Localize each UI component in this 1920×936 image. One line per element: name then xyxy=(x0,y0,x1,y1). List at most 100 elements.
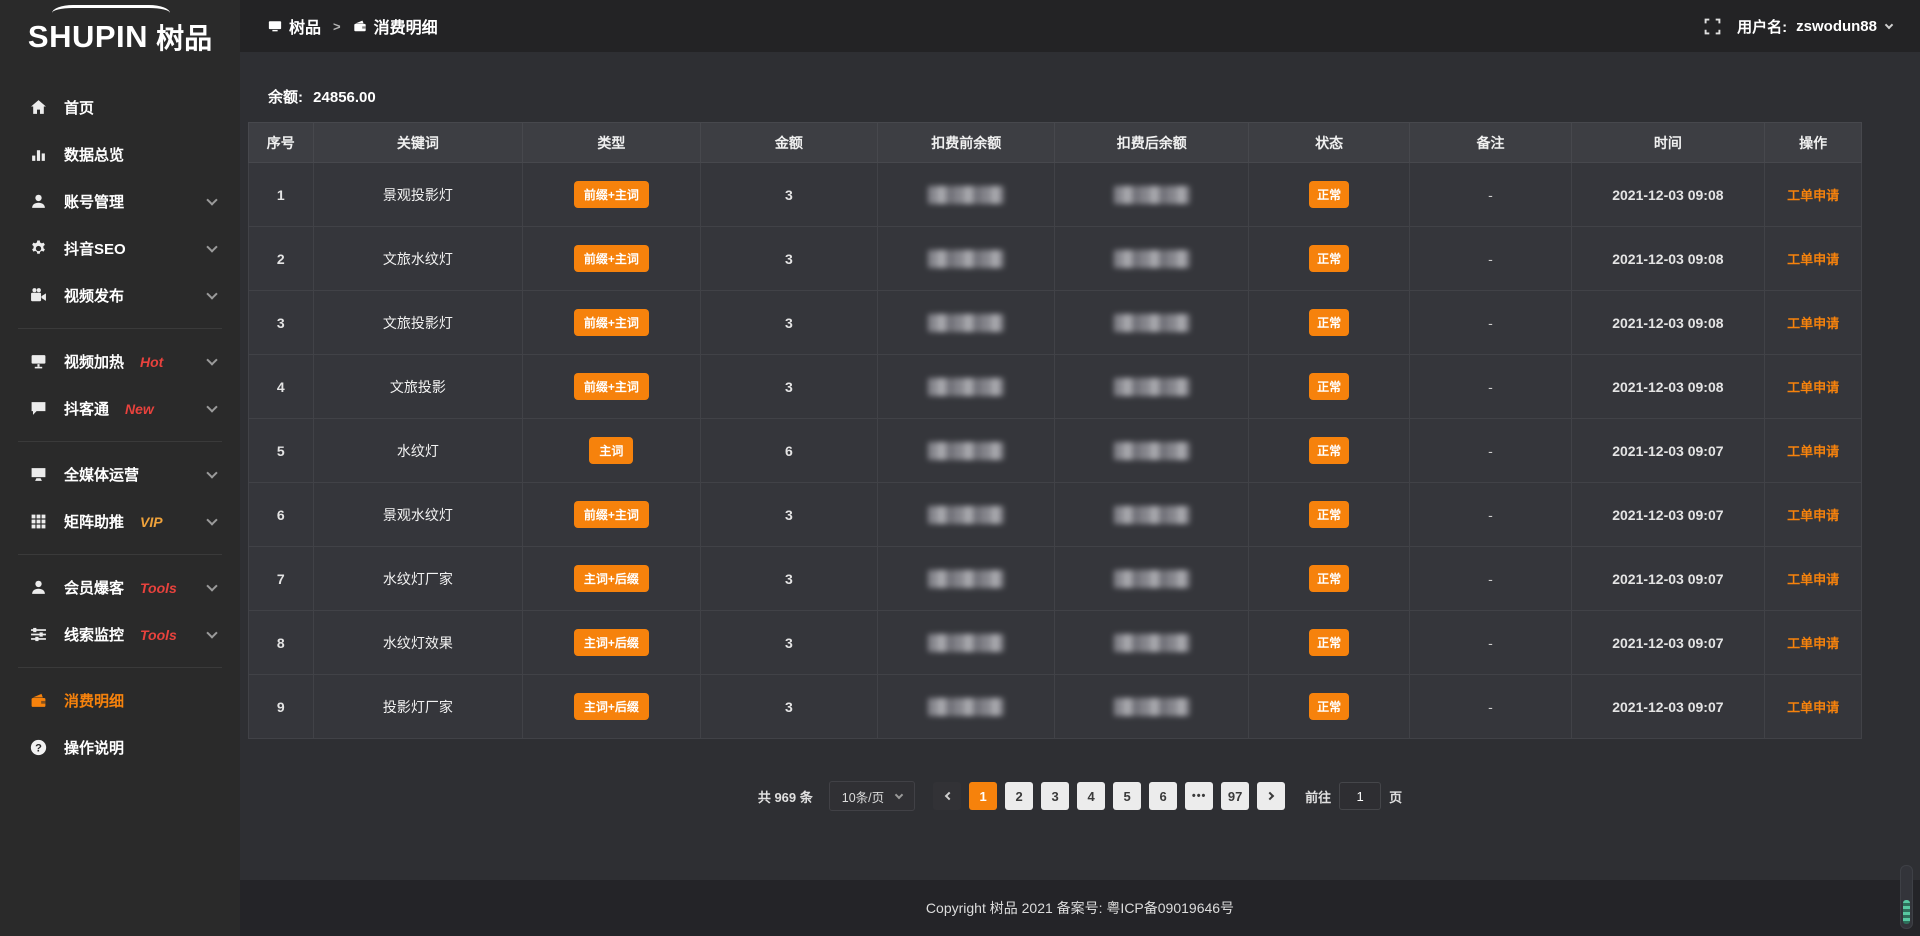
page-ellipsis-button[interactable]: ••• xyxy=(1185,782,1213,810)
page-button-5[interactable]: 5 xyxy=(1113,782,1141,810)
breadcrumb-item-home[interactable]: 树品 xyxy=(268,14,321,38)
sidebar-item-data-overview[interactable]: 数据总览 xyxy=(0,131,240,178)
page-button-1[interactable]: 1 xyxy=(969,782,997,810)
sliders-icon xyxy=(30,626,47,643)
sidebar-item-matrix-boost[interactable]: 矩阵助推 VIP xyxy=(0,498,240,545)
logo-text-cn: 树品 xyxy=(156,17,212,57)
table-row: 3文旅投影灯前缀+主词3正常-2021-12-03 09:08工单申请 xyxy=(249,291,1862,355)
sidebar-item-video-heat[interactable]: 视频加热Hot xyxy=(0,338,240,385)
work-order-link[interactable]: 工单申请 xyxy=(1787,188,1839,203)
sidebar-item-home[interactable]: 首页 xyxy=(0,84,240,131)
redacted-balance xyxy=(1114,634,1190,652)
video-camera-icon xyxy=(30,287,47,304)
bar-chart-icon xyxy=(30,146,47,163)
cell-keyword: 水纹灯厂家 xyxy=(313,547,523,611)
page-button-6[interactable]: 6 xyxy=(1149,782,1177,810)
cell-keyword: 文旅投影 xyxy=(313,355,523,419)
cell-keyword: 水纹灯 xyxy=(313,419,523,483)
cell-time: 2021-12-03 09:07 xyxy=(1571,675,1765,739)
user-icon xyxy=(30,193,47,210)
sidebar-item-operation-guide[interactable]: ?操作说明 xyxy=(0,724,240,771)
sidebar-item-label: 抖客通 xyxy=(64,398,109,419)
work-order-link[interactable]: 工单申请 xyxy=(1787,380,1839,395)
sidebar-item-all-media-operation[interactable]: 全媒体运营 xyxy=(0,451,240,498)
work-order-link[interactable]: 工单申请 xyxy=(1787,700,1839,715)
logo: SHUPIN 树品 xyxy=(0,4,240,70)
work-order-link[interactable]: 工单申请 xyxy=(1787,444,1839,459)
cell-action: 工单申请 xyxy=(1765,419,1862,483)
type-badge: 前缀+主词 xyxy=(574,373,649,400)
cell-keyword: 景观水纹灯 xyxy=(313,483,523,547)
page-button-4[interactable]: 4 xyxy=(1077,782,1105,810)
page-size-select[interactable]: 10条/页 xyxy=(829,781,915,811)
cell-action: 工单申请 xyxy=(1765,547,1862,611)
cell-post-balance xyxy=(1055,611,1249,675)
work-order-link[interactable]: 工单申请 xyxy=(1787,572,1839,587)
cell-status: 正常 xyxy=(1249,675,1410,739)
table-row: 9投影灯厂家主词+后缀3正常-2021-12-03 09:07工单申请 xyxy=(249,675,1862,739)
sidebar-item-tag: VIP xyxy=(140,514,163,530)
type-badge: 前缀+主词 xyxy=(574,501,649,528)
breadcrumb-item-current[interactable]: 消费明细 xyxy=(353,14,438,38)
work-order-link[interactable]: 工单申请 xyxy=(1787,252,1839,267)
page-button-3[interactable]: 3 xyxy=(1041,782,1069,810)
goto-page-input[interactable] xyxy=(1339,782,1381,810)
sidebar: SHUPIN 树品 首页数据总览账号管理抖音SEO视频发布视频加热Hot抖客通N… xyxy=(0,0,240,936)
sidebar-item-account-management[interactable]: 账号管理 xyxy=(0,178,240,225)
cell-note: - xyxy=(1410,483,1571,547)
cell-pre-balance xyxy=(878,483,1055,547)
sidebar-item-member-baoke[interactable]: 会员爆客Tools xyxy=(0,564,240,611)
balance: 余额: 24856.00 xyxy=(268,86,1920,107)
sidebar-item-label: 首页 xyxy=(64,97,94,118)
cell-note: - xyxy=(1410,291,1571,355)
work-order-link[interactable]: 工单申请 xyxy=(1787,316,1839,331)
page-button-97[interactable]: 97 xyxy=(1221,782,1249,810)
status-badge: 正常 xyxy=(1309,309,1349,336)
app-root: SHUPIN 树品 首页数据总览账号管理抖音SEO视频发布视频加热Hot抖客通N… xyxy=(0,0,1920,936)
cell-type: 主词 xyxy=(523,419,700,483)
cell-action: 工单申请 xyxy=(1765,483,1862,547)
sidebar-item-video-publish[interactable]: 视频发布 xyxy=(0,272,240,319)
scrollbar-widget[interactable] xyxy=(1900,865,1913,929)
cell-status: 正常 xyxy=(1249,611,1410,675)
user-dropdown[interactable]: 用户名: zswodun88 xyxy=(1737,16,1892,37)
cell-time: 2021-12-03 09:07 xyxy=(1571,611,1765,675)
sidebar-divider xyxy=(18,328,222,329)
cell-amount: 3 xyxy=(700,547,877,611)
sidebar-divider xyxy=(18,554,222,555)
username-label: 用户名: xyxy=(1737,16,1787,37)
cell-index: 8 xyxy=(249,611,314,675)
cell-amount: 3 xyxy=(700,227,877,291)
cell-post-balance xyxy=(1055,355,1249,419)
table-row: 8水纹灯效果主词+后缀3正常-2021-12-03 09:07工单申请 xyxy=(249,611,1862,675)
prev-page-button[interactable] xyxy=(933,782,961,810)
cell-time: 2021-12-03 09:08 xyxy=(1571,291,1765,355)
chevron-down-icon xyxy=(206,580,217,591)
status-badge: 正常 xyxy=(1309,501,1349,528)
next-page-button[interactable] xyxy=(1257,782,1285,810)
work-order-link[interactable]: 工单申请 xyxy=(1787,508,1839,523)
sidebar-item-label: 矩阵助推 xyxy=(64,511,124,532)
cell-amount: 3 xyxy=(700,675,877,739)
type-badge: 主词+后缀 xyxy=(574,693,649,720)
sidebar-item-consumption-detail[interactable]: 消费明细 xyxy=(0,677,240,724)
cell-type: 前缀+主词 xyxy=(523,163,700,227)
status-badge: 正常 xyxy=(1309,629,1349,656)
fullscreen-icon[interactable] xyxy=(1704,18,1721,35)
chevron-left-icon xyxy=(944,792,952,800)
cell-time: 2021-12-03 09:08 xyxy=(1571,355,1765,419)
sidebar-divider xyxy=(18,441,222,442)
sidebar-item-douketong[interactable]: 抖客通New xyxy=(0,385,240,432)
page-button-2[interactable]: 2 xyxy=(1005,782,1033,810)
sidebar-item-label: 视频加热 xyxy=(64,351,124,372)
sidebar-item-label: 全媒体运营 xyxy=(64,464,139,485)
work-order-link[interactable]: 工单申请 xyxy=(1787,636,1839,651)
breadcrumb-label: 消费明细 xyxy=(374,14,438,38)
table-row: 2文旅水纹灯前缀+主词3正常-2021-12-03 09:08工单申请 xyxy=(249,227,1862,291)
cell-status: 正常 xyxy=(1249,291,1410,355)
cell-status: 正常 xyxy=(1249,163,1410,227)
sidebar-item-clue-monitor[interactable]: 线索监控Tools xyxy=(0,611,240,658)
redacted-balance xyxy=(1114,442,1190,460)
table-header-row: 序号关键词类型金额扣费前余额扣费后余额状态备注时间操作 xyxy=(249,123,1862,163)
sidebar-item-douyin-seo[interactable]: 抖音SEO xyxy=(0,225,240,272)
